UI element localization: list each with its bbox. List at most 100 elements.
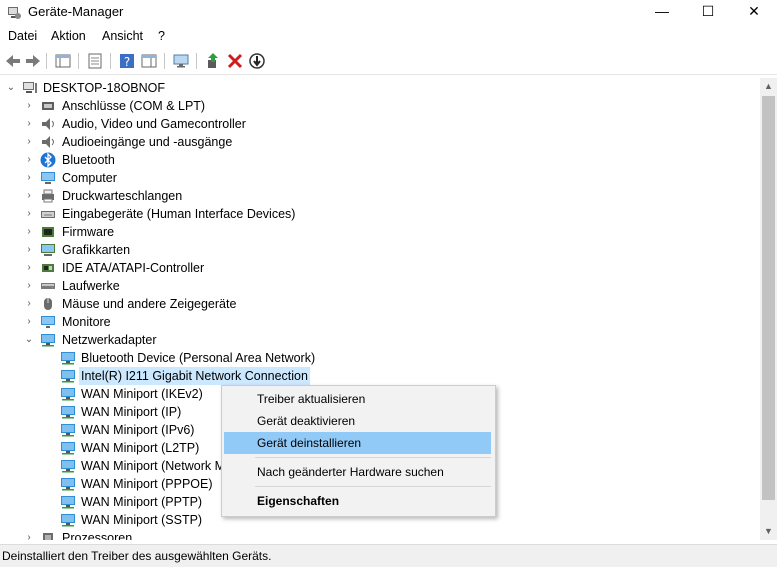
chevron-right-icon[interactable]: › xyxy=(24,187,34,205)
status-text: Deinstalliert den Treiber des ausgewählt… xyxy=(2,549,272,563)
menu-item-scan-hardware[interactable]: Nach geänderter Hardware suchen xyxy=(224,461,491,483)
toolbar-separator xyxy=(164,53,165,69)
chevron-right-icon[interactable]: › xyxy=(24,205,34,223)
network-icon xyxy=(61,352,75,365)
chevron-right-icon[interactable]: › xyxy=(24,529,34,540)
controller-icon xyxy=(42,264,54,272)
properties-icon[interactable] xyxy=(86,52,104,70)
forward-arrow-icon[interactable] xyxy=(24,52,42,70)
adapter-label: WAN Miniport (SSTP) xyxy=(81,513,203,527)
scan-hardware-icon[interactable] xyxy=(172,52,190,70)
chevron-right-icon[interactable]: › xyxy=(24,277,34,295)
tree-item-mäuse-und-andere-zeigegeräte[interactable]: › Mäuse und andere Zeigegeräte xyxy=(0,295,760,313)
adapter-label: WAN Miniport (L2TP) xyxy=(81,441,200,455)
network-adapter-item[interactable]: Intel(R) I211 Gigabit Network Connection xyxy=(0,367,760,385)
menu-item-disable-device[interactable]: Gerät deaktivieren xyxy=(224,410,491,432)
tree-item-label: Eingabegeräte (Human Interface Devices) xyxy=(62,207,296,221)
chevron-down-icon[interactable]: ⌄ xyxy=(6,79,16,97)
network-icon xyxy=(61,514,75,527)
tree-item-label: Monitore xyxy=(62,315,111,329)
tree-item-label: Netzwerkadapter xyxy=(62,333,157,347)
tree-item-laufwerke[interactable]: › Laufwerke xyxy=(0,277,760,295)
adapter-label: WAN Miniport (IKEv2) xyxy=(81,387,203,401)
keyboard-icon xyxy=(41,211,55,218)
menu-separator xyxy=(255,486,491,487)
tree-item-label: IDE ATA/ATAPI-Controller xyxy=(62,261,205,275)
menu-item-update-driver[interactable]: Treiber aktualisieren xyxy=(224,388,491,410)
maximize-button[interactable]: ☐ xyxy=(685,0,731,24)
update-driver-icon[interactable] xyxy=(204,52,222,70)
tree-item-computer[interactable]: › Computer xyxy=(0,169,760,187)
tree-item-grafikkarten[interactable]: › Grafikkarten xyxy=(0,241,760,259)
menu-item-properties[interactable]: Eigenschaften xyxy=(224,490,491,512)
computer-icon xyxy=(23,82,37,93)
console-tree-icon[interactable] xyxy=(54,52,72,70)
adapter-label: WAN Miniport (IPv6) xyxy=(81,423,195,437)
vertical-scrollbar[interactable]: ▲ ▼ xyxy=(760,78,777,540)
chevron-right-icon[interactable]: › xyxy=(24,259,34,277)
adapter-label: WAN Miniport (IP) xyxy=(81,405,182,419)
back-arrow-icon[interactable] xyxy=(4,52,22,70)
bluetooth-icon xyxy=(40,152,56,168)
chevron-right-icon[interactable]: › xyxy=(24,115,34,133)
menu-datei[interactable]: Datei xyxy=(8,29,37,43)
tree-root[interactable]: ⌄ DESKTOP-18OBNOF xyxy=(0,79,760,97)
adapter-label: WAN Miniport (PPTP) xyxy=(81,495,203,509)
network-icon xyxy=(61,424,75,437)
chevron-down-icon[interactable]: ⌄ xyxy=(24,331,34,349)
chevron-right-icon[interactable]: › xyxy=(24,151,34,169)
tree-item-druckwarteschlangen[interactable]: › Druckwarteschlangen xyxy=(0,187,760,205)
tree-item-eingabegeräte-human-interface-devices[interactable]: › Eingabegeräte (Human Interface Devices) xyxy=(0,205,760,223)
chevron-right-icon[interactable]: › xyxy=(24,241,34,259)
tree-item-prozessoren[interactable]: › Prozessoren xyxy=(0,529,760,540)
tree-item-anschlüsse-com-lpt[interactable]: › Anschlüsse (COM & LPT) xyxy=(0,97,760,115)
tree-item-ide-ata-atapi-controller[interactable]: › IDE ATA/ATAPI-Controller xyxy=(0,259,760,277)
help-icon[interactable]: ? xyxy=(118,52,136,70)
network-icon xyxy=(61,442,75,455)
tree-item-label: Firmware xyxy=(62,225,115,239)
tree-item-label: Bluetooth xyxy=(62,153,115,167)
port-icon xyxy=(42,102,54,110)
chevron-right-icon[interactable]: › xyxy=(24,169,34,187)
menu-item-uninstall-device[interactable]: Gerät deinstallieren xyxy=(224,432,491,454)
tree-item-label: Anschlüsse (COM & LPT) xyxy=(62,99,206,113)
speaker-icon xyxy=(42,136,54,148)
tree-item-monitore[interactable]: › Monitore xyxy=(0,313,760,331)
window-title: Geräte-Manager xyxy=(28,4,124,19)
status-bar: Deinstalliert den Treiber des ausgewählt… xyxy=(0,544,777,567)
tree-item-bluetooth[interactable]: › Bluetooth xyxy=(0,151,760,169)
uninstall-x-icon[interactable] xyxy=(226,52,244,70)
tree-item-audioeingänge-und-ausgänge[interactable]: › Audioeingänge und -ausgänge xyxy=(0,133,760,151)
chevron-right-icon[interactable]: › xyxy=(24,97,34,115)
action-pane-icon[interactable] xyxy=(140,52,158,70)
menu-separator xyxy=(255,457,491,458)
minimize-button[interactable]: — xyxy=(639,0,685,24)
scrollbar-thumb[interactable] xyxy=(762,96,775,500)
menu-aktion[interactable]: Aktion xyxy=(51,29,86,43)
scroll-up-icon[interactable]: ▲ xyxy=(760,78,777,95)
toolbar: ? xyxy=(0,48,777,75)
network-adapter-item[interactable]: Bluetooth Device (Personal Area Network) xyxy=(0,349,760,367)
close-button[interactable]: ✕ xyxy=(731,0,777,24)
chevron-right-icon[interactable]: › xyxy=(24,295,34,313)
tree-item-label: Mäuse und andere Zeigegeräte xyxy=(62,297,237,311)
network-icon xyxy=(41,334,55,347)
chip-icon xyxy=(42,227,54,237)
tree-item-label: Audioeingänge und -ausgänge xyxy=(62,135,233,149)
tree-item-firmware[interactable]: › Firmware xyxy=(0,223,760,241)
chevron-right-icon[interactable]: › xyxy=(24,223,34,241)
chevron-right-icon[interactable]: › xyxy=(24,313,34,331)
scroll-down-icon[interactable]: ▼ xyxy=(760,523,777,540)
tree-item-audio-video-und-gamecontroller[interactable]: › Audio, Video und Gamecontroller xyxy=(0,115,760,133)
speaker-icon xyxy=(42,118,54,130)
display-adapter-icon xyxy=(41,244,55,256)
tree-item-netzwerkadapter[interactable]: ⌄ Netzwerkadapter xyxy=(0,331,760,349)
toolbar-separator xyxy=(78,53,79,69)
network-icon xyxy=(61,460,75,473)
menu-ansicht[interactable]: Ansicht xyxy=(102,29,143,43)
disable-device-icon[interactable] xyxy=(248,52,266,70)
menu-help[interactable]: ? xyxy=(158,29,165,43)
context-menu: Treiber aktualisieren Gerät deaktivieren… xyxy=(221,385,496,517)
tree-item-label: Laufwerke xyxy=(62,279,120,293)
chevron-right-icon[interactable]: › xyxy=(24,133,34,151)
